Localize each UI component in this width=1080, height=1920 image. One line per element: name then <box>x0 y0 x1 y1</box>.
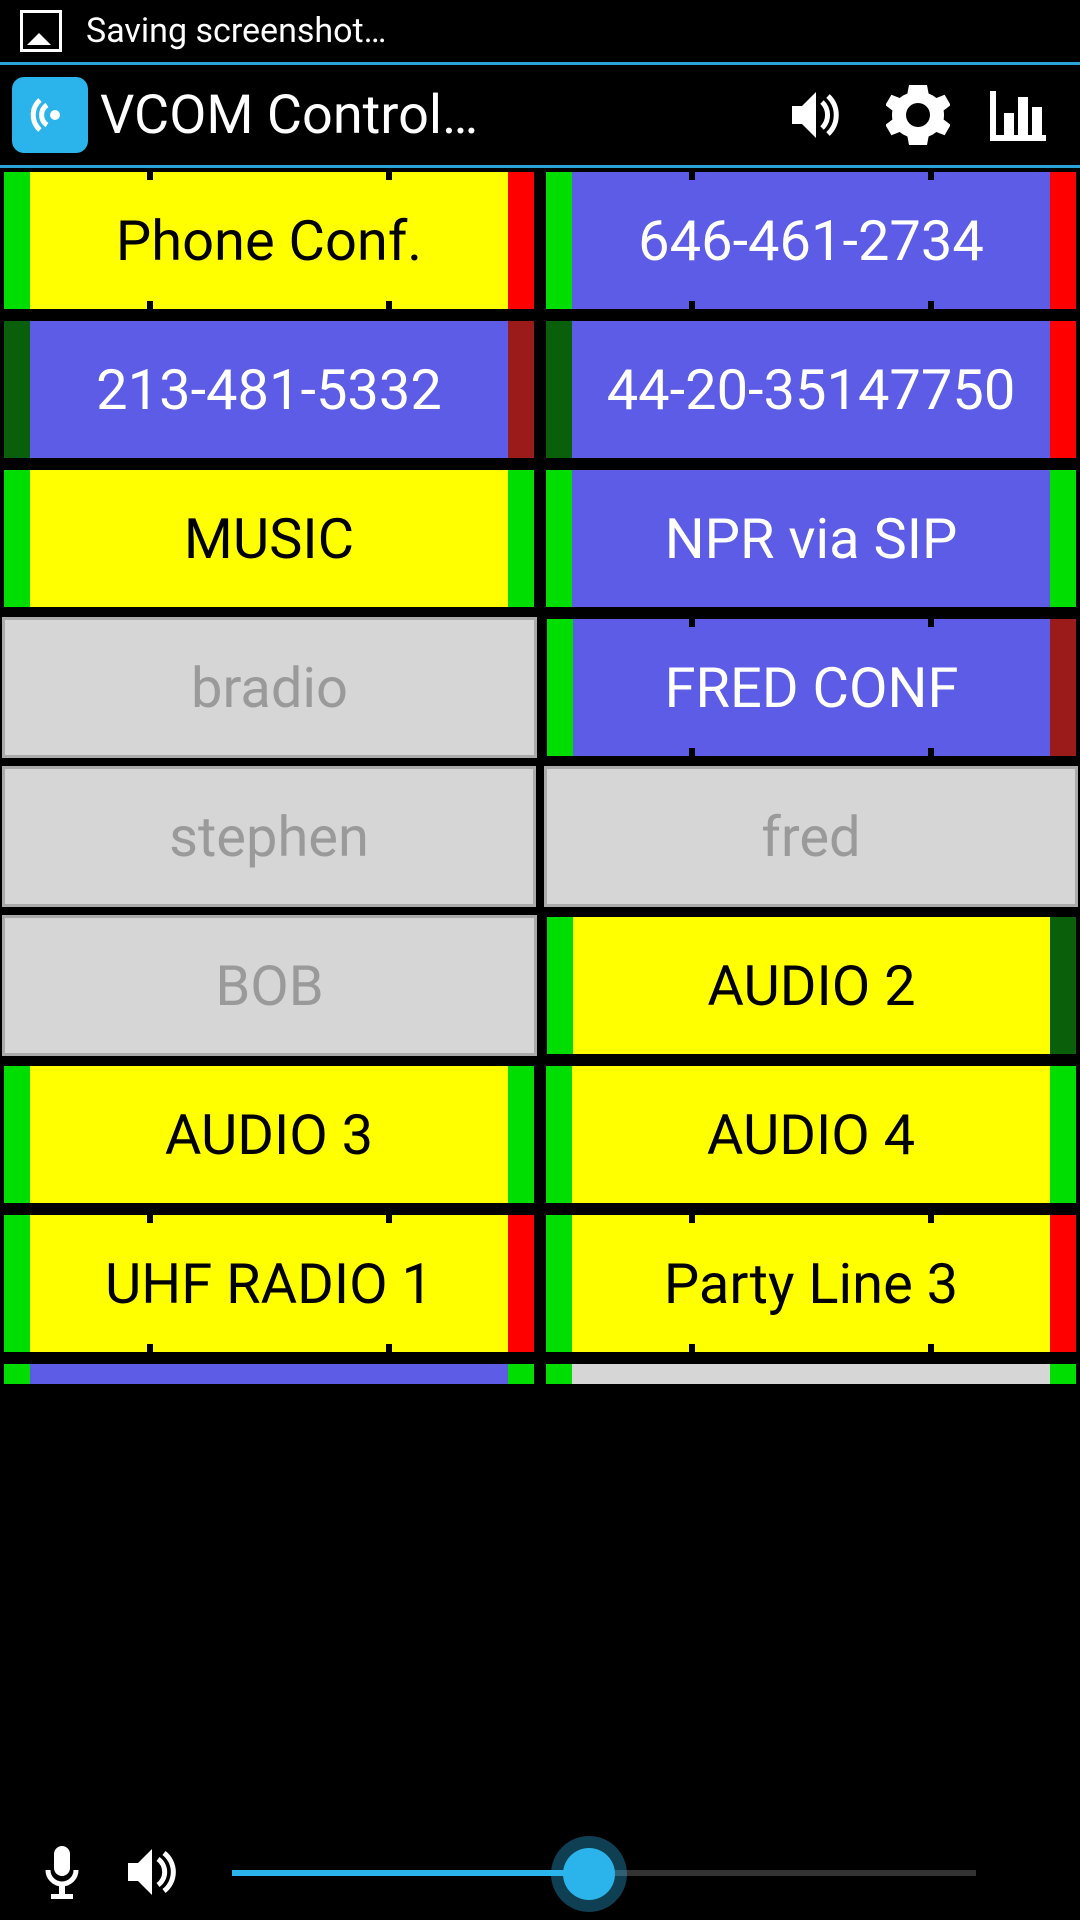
channel-button[interactable]: 44-20-35147750 <box>544 319 1078 460</box>
channel-button[interactable]: BOB <box>2 915 537 1056</box>
channel-button-peek[interactable] <box>2 1362 536 1386</box>
right-indicator <box>1050 470 1076 607</box>
left-indicator <box>4 321 30 458</box>
channel-label: stephen <box>5 769 533 904</box>
levels-bars-icon[interactable] <box>968 75 1068 155</box>
left-indicator <box>4 172 30 309</box>
channel-label: 646-461-2734 <box>572 172 1050 309</box>
right-indicator <box>1050 321 1076 458</box>
channel-button[interactable]: AUDIO 2 <box>545 915 1078 1056</box>
channel-grid: Phone Conf. 646-461-2734 213-481-5332 44-20… <box>0 168 1080 1388</box>
image-icon <box>20 10 62 52</box>
channel-label: AUDIO 4 <box>572 1066 1050 1203</box>
volume-icon[interactable] <box>768 75 868 155</box>
channel-label: Phone Conf. <box>30 172 508 309</box>
channel-label: AUDIO 2 <box>573 917 1050 1054</box>
channel-button[interactable]: 646-461-2734 <box>544 170 1078 311</box>
channel-label: MUSIC <box>30 470 508 607</box>
left-indicator <box>546 1215 572 1352</box>
app-logo <box>12 77 88 153</box>
slider-thumb[interactable] <box>563 1848 615 1900</box>
left-indicator <box>4 1066 30 1203</box>
channel-button[interactable]: stephen <box>2 766 536 907</box>
app-bar: VCOM Control… <box>0 62 1080 168</box>
channel-label: fred <box>547 769 1075 904</box>
channel-button[interactable]: AUDIO 3 <box>2 1064 536 1205</box>
channel-button[interactable]: NPR via SIP <box>544 468 1078 609</box>
right-indicator <box>1050 1066 1076 1203</box>
left-indicator <box>4 470 30 607</box>
left-indicator <box>546 470 572 607</box>
right-indicator <box>1050 172 1076 309</box>
left-indicator <box>546 321 572 458</box>
channel-label: FRED CONF <box>573 619 1050 756</box>
settings-gear-icon[interactable] <box>868 75 968 155</box>
left-indicator <box>4 1215 30 1352</box>
statusbar-text: Saving screenshot… <box>86 11 386 51</box>
channel-label: BOB <box>5 918 534 1053</box>
channel-button[interactable]: Phone Conf. <box>2 170 536 311</box>
status-bar: Saving screenshot… <box>0 0 1080 62</box>
bottom-bar <box>0 1824 1080 1920</box>
channel-button[interactable]: FRED CONF <box>545 617 1078 758</box>
channel-button-peek[interactable] <box>544 1362 1078 1386</box>
right-indicator <box>508 321 534 458</box>
left-indicator <box>547 619 573 756</box>
left-indicator <box>546 1066 572 1203</box>
microphone-icon[interactable] <box>24 1842 100 1902</box>
channel-button[interactable]: bradio <box>2 617 537 758</box>
channel-label: bradio <box>5 620 534 755</box>
right-indicator <box>508 1215 534 1352</box>
right-indicator <box>508 470 534 607</box>
left-indicator <box>547 917 573 1054</box>
channel-button[interactable]: UHF RADIO 1 <box>2 1213 536 1354</box>
channel-label: Party Line 3 <box>572 1215 1050 1352</box>
channel-label: 213-481-5332 <box>30 321 508 458</box>
app-title: VCOM Control… <box>100 84 580 147</box>
channel-button[interactable]: MUSIC <box>2 468 536 609</box>
channel-button[interactable]: Party Line 3 <box>544 1213 1078 1354</box>
right-indicator <box>1050 619 1076 756</box>
channel-button[interactable]: fred <box>544 766 1078 907</box>
channel-label: 44-20-35147750 <box>572 321 1050 458</box>
volume-slider[interactable] <box>232 1842 976 1902</box>
slider-fill <box>232 1870 589 1876</box>
right-indicator <box>1050 1215 1076 1352</box>
speaker-icon[interactable] <box>116 1842 192 1902</box>
right-indicator <box>1050 917 1076 1054</box>
channel-button[interactable]: AUDIO 4 <box>544 1064 1078 1205</box>
right-indicator <box>508 172 534 309</box>
channel-label: AUDIO 3 <box>30 1066 508 1203</box>
channel-label: NPR via SIP <box>572 470 1050 607</box>
channel-button[interactable]: 213-481-5332 <box>2 319 536 460</box>
left-indicator <box>546 172 572 309</box>
channel-label: UHF RADIO 1 <box>30 1215 508 1352</box>
right-indicator <box>508 1066 534 1203</box>
